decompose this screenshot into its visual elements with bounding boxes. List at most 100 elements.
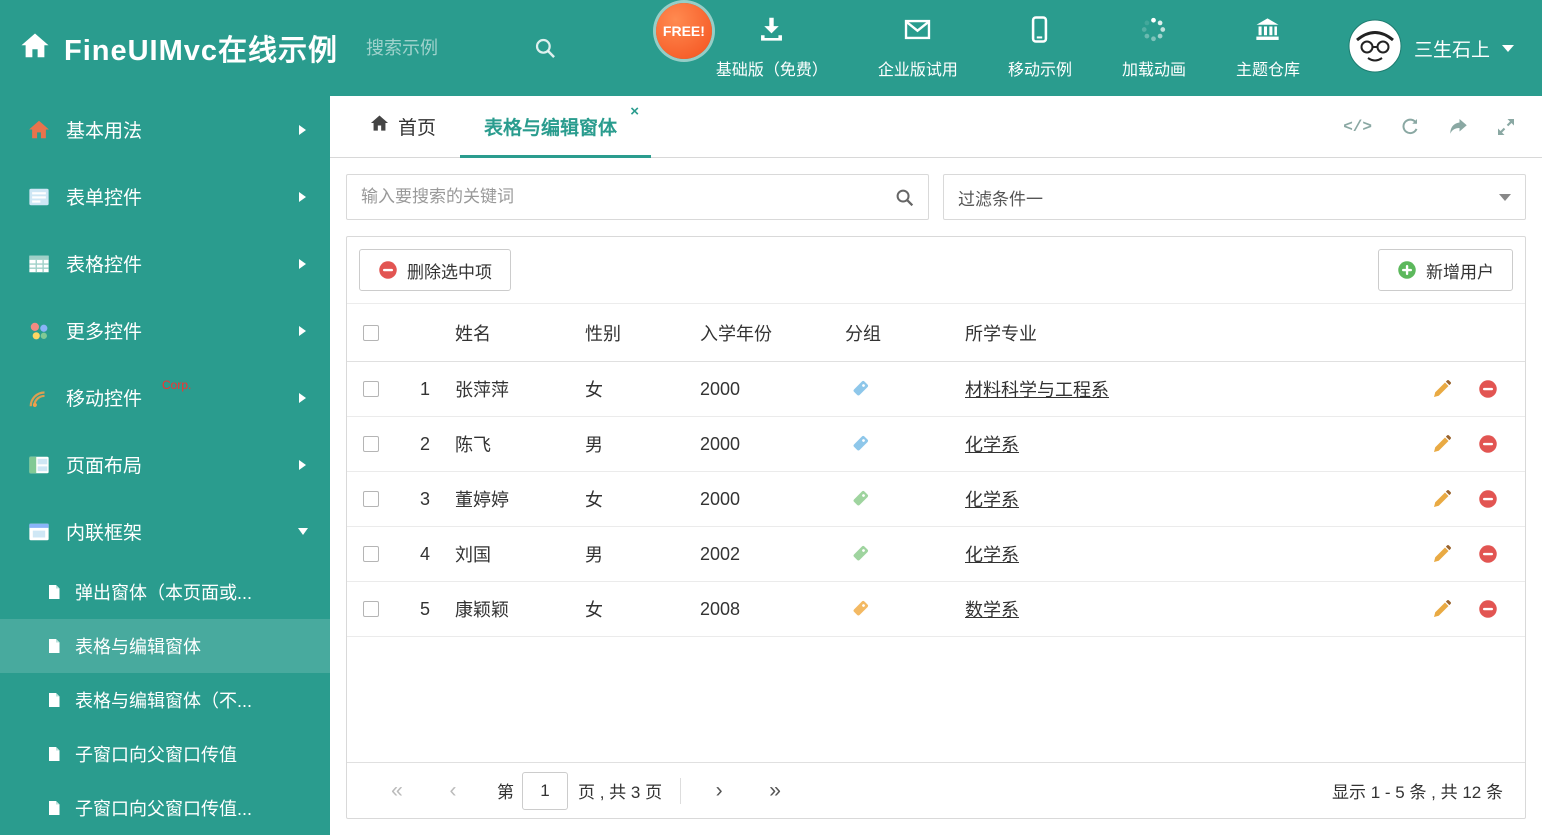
row-checkbox[interactable] xyxy=(363,601,379,617)
col-group-header: 分组 xyxy=(845,323,881,344)
row-checkbox[interactable] xyxy=(363,381,379,397)
add-user-button[interactable]: 新增用户 xyxy=(1378,249,1513,291)
frame-icon xyxy=(28,521,50,543)
filter-dropdown[interactable]: 过滤条件一 xyxy=(943,174,1526,220)
nav-item-label: 企业版试用 xyxy=(877,62,958,79)
nav-item-enterprise-trial[interactable]: 企业版试用 xyxy=(878,16,958,80)
share-icon[interactable] xyxy=(1448,117,1468,137)
sidebar-item-basic-usage[interactable]: 基本用法 xyxy=(0,96,330,163)
table-row[interactable]: 2 陈飞 男 2000 化学系 xyxy=(347,417,1525,472)
table-row[interactable]: 3 董婷婷 女 2000 化学系 xyxy=(347,472,1525,527)
sidebar-subitem-child-to-parent[interactable]: 子窗口向父窗口传值 xyxy=(0,727,330,781)
keyword-search-input[interactable] xyxy=(361,187,895,207)
sidebar-item-form-controls[interactable]: 表单控件 xyxy=(0,163,330,230)
free-badge: FREE! xyxy=(655,3,712,59)
tab-close-icon[interactable]: × xyxy=(630,104,639,119)
header-search xyxy=(366,37,556,59)
tab-grid-edit-window[interactable]: 表格与编辑窗体 × xyxy=(460,96,652,158)
delete-row-icon[interactable] xyxy=(1478,599,1498,619)
select-all-checkbox[interactable] xyxy=(363,324,379,341)
nav-item-mobile-demo[interactable]: 移动示例 xyxy=(1008,16,1072,80)
row-major-link[interactable]: 数学系 xyxy=(965,600,1019,620)
next-page-button[interactable]: › xyxy=(691,779,747,803)
expand-icon[interactable] xyxy=(1496,117,1516,137)
sidebar-subitem-label: 表格与编辑窗体（不... xyxy=(75,691,253,711)
tab-label: 表格与编辑窗体 xyxy=(484,118,618,139)
table-row[interactable]: 5 康颖颖 女 2008 数学系 xyxy=(347,582,1525,637)
sidebar-item-label: 移动控件 xyxy=(66,389,143,410)
edit-pencil-icon[interactable] xyxy=(1432,599,1452,619)
sidebar-subitem-child-to-parent-2[interactable]: 子窗口向父窗口传值... xyxy=(0,781,330,835)
row-gender: 女 xyxy=(585,490,603,510)
header-nav: FREE! 基础版（免费） 企业版试用 移动示例 加载动画 主题仓库 xyxy=(655,3,1300,80)
sidebar-item-grid-controls[interactable]: 表格控件 xyxy=(0,230,330,297)
brand[interactable]: FineUIMvc在线示例 xyxy=(0,27,338,69)
nav-item-basic-edition[interactable]: FREE! 基础版（免费） xyxy=(655,3,828,80)
edit-pencil-icon[interactable] xyxy=(1432,434,1452,454)
sidebar-subitem-grid-edit-window[interactable]: 表格与编辑窗体 xyxy=(0,619,330,673)
row-checkbox[interactable] xyxy=(363,546,379,562)
row-gender: 女 xyxy=(585,380,603,400)
row-checkbox[interactable] xyxy=(363,436,379,452)
col-major-header: 所学专业 xyxy=(965,323,1037,344)
delete-row-icon[interactable] xyxy=(1478,434,1498,454)
nav-item-label: 基础版（免费） xyxy=(715,62,828,79)
home-icon xyxy=(20,31,50,66)
delete-row-icon[interactable] xyxy=(1478,379,1498,399)
chevron-down-icon xyxy=(1499,193,1511,201)
grid-panel: 删除选中项 新增用户 姓名 性别 入学年份 分组 所学专业 1 张萍萍 女 20… xyxy=(346,236,1526,819)
edit-pencil-icon[interactable] xyxy=(1432,489,1452,509)
nav-item-label: 移动示例 xyxy=(1007,62,1072,79)
prev-page-button[interactable]: ‹ xyxy=(425,779,481,803)
delete-row-icon[interactable] xyxy=(1478,489,1498,509)
page-content: 过滤条件一 删除选中项 新增用户 xyxy=(330,158,1542,835)
last-page-button[interactable]: » xyxy=(747,779,803,803)
row-major-link[interactable]: 化学系 xyxy=(965,435,1019,455)
row-major-link[interactable]: 化学系 xyxy=(965,545,1019,565)
row-major-link[interactable]: 化学系 xyxy=(965,490,1019,510)
refresh-icon[interactable] xyxy=(1400,117,1420,137)
nav-item-theme-store[interactable]: 主题仓库 xyxy=(1236,16,1300,80)
tab-home[interactable]: 首页 xyxy=(346,96,460,157)
table-row[interactable]: 1 张萍萍 女 2000 材料科学与工程系 xyxy=(347,362,1525,417)
page-number-input[interactable] xyxy=(522,771,568,810)
keyword-search-box xyxy=(346,174,929,220)
pagination-bar: « ‹ 第 页 , 共 3 页 › » 显示 1 - 5 条 , 共 12 条 xyxy=(347,762,1525,818)
filter-row: 过滤条件一 xyxy=(346,174,1526,220)
sidebar-subitem-grid-edit-window-2[interactable]: 表格与编辑窗体（不... xyxy=(0,673,330,727)
delete-row-icon[interactable] xyxy=(1478,544,1498,564)
file-icon xyxy=(46,746,62,762)
sidebar-item-label: 内联框架 xyxy=(66,523,143,544)
header-search-input[interactable] xyxy=(366,37,517,59)
row-major-link[interactable]: 材料科学与工程系 xyxy=(965,380,1109,400)
row-index: 4 xyxy=(419,543,430,564)
sidebar-subitem-popup-window[interactable]: 弹出窗体（本页面或... xyxy=(0,565,330,619)
edit-pencil-icon[interactable] xyxy=(1432,544,1452,564)
chevron-right-icon xyxy=(299,124,306,135)
nav-item-loading-animation[interactable]: 加载动画 xyxy=(1122,16,1186,80)
sidebar-item-label: 更多控件 xyxy=(66,322,143,343)
sidebar: 基本用法 表单控件 表格控件 更多控件 移动控件 Corp. 页面布局 内联框架… xyxy=(0,96,330,835)
pager-summary: 显示 1 - 5 条 , 共 12 条 xyxy=(1332,783,1503,802)
top-header: FineUIMvc在线示例 FREE! 基础版（免费） 企业版试用 xyxy=(0,0,1542,96)
edit-pencil-icon[interactable] xyxy=(1432,379,1452,399)
sidebar-item-inline-frame[interactable]: 内联框架 xyxy=(0,498,330,565)
row-name: 康颖颖 xyxy=(455,600,509,620)
page-label-before: 第 xyxy=(497,783,514,802)
table-row[interactable]: 4 刘国 男 2002 化学系 xyxy=(347,527,1525,582)
data-grid: 姓名 性别 入学年份 分组 所学专业 1 张萍萍 女 2000 材料科学与工程系 xyxy=(347,304,1525,637)
search-icon[interactable] xyxy=(534,37,556,59)
user-menu[interactable]: 三生石上 xyxy=(1348,19,1514,78)
sidebar-item-mobile-controls[interactable]: 移动控件 Corp. xyxy=(0,364,330,431)
sidebar-item-page-layout[interactable]: 页面布局 xyxy=(0,431,330,498)
delete-selected-button[interactable]: 删除选中项 xyxy=(359,249,511,291)
row-checkbox[interactable] xyxy=(363,491,379,507)
avatar xyxy=(1348,19,1402,78)
table-body: 1 张萍萍 女 2000 材料科学与工程系 2 陈飞 男 2000 化学系 3 … xyxy=(347,362,1525,637)
source-code-icon[interactable]: </> xyxy=(1343,118,1372,136)
file-icon xyxy=(46,800,62,816)
search-icon[interactable] xyxy=(895,188,914,207)
home-icon xyxy=(28,119,50,141)
sidebar-item-more-controls[interactable]: 更多控件 xyxy=(0,297,330,364)
first-page-button[interactable]: « xyxy=(369,779,425,803)
